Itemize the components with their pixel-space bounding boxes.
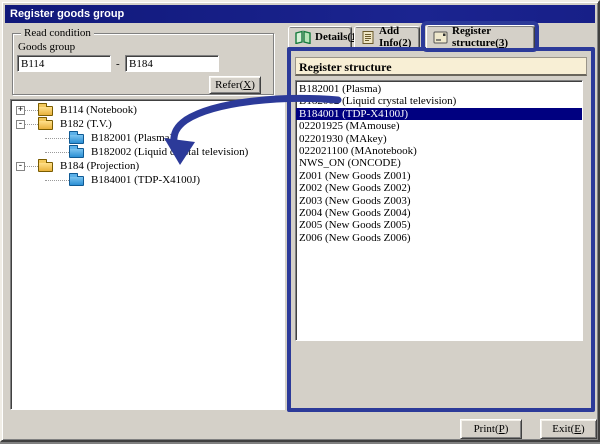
tree-item-label: B182002 (Liquid crystal television) <box>91 146 248 158</box>
tree-connector <box>45 152 69 153</box>
read-condition-label: Read condition <box>21 27 94 39</box>
list-item[interactable]: B182002 (Liquid crystal television) <box>296 95 582 107</box>
tree-item-label: B114 (Notebook) <box>60 104 137 116</box>
print-button[interactable]: Print(P) <box>460 419 522 439</box>
list-item[interactable]: Z001 (New Goods Z001) <box>296 170 582 182</box>
folder-open-icon <box>38 162 53 172</box>
range-separator: - <box>116 58 120 70</box>
refer-button[interactable]: Refer(X) <box>209 76 261 94</box>
tree-item-label: B182 (T.V.) <box>60 118 112 130</box>
read-condition-groupbox: Read condition Goods group - Refer(X) <box>12 33 274 95</box>
titlebar: Register goods group <box>5 5 595 23</box>
tree-item-label: B184001 (TDP-X4100J) <box>91 174 200 186</box>
tree-item-label: B184 (Projection) <box>60 160 139 172</box>
tab-add-info[interactable]: Add Info(2) <box>354 26 420 48</box>
list-item[interactable]: Z004 (New Goods Z004) <box>296 207 582 219</box>
expand-plus-icon[interactable]: + <box>16 106 25 115</box>
subfolder-icon <box>69 134 84 144</box>
list-item[interactable]: Z005 (New Goods Z005) <box>296 219 582 231</box>
window-title: Register goods group <box>10 8 124 20</box>
tree-item-b182[interactable]: - B182 (T.V.) <box>11 117 284 131</box>
panel-header-title: Register structure <box>299 60 392 74</box>
list-item[interactable]: B182001 (Plasma) <box>296 83 582 95</box>
list-item[interactable]: 02201930 (MAkey) <box>296 133 582 145</box>
panel-header: Register structure <box>295 57 587 76</box>
tab-details[interactable]: Details(1) <box>288 26 352 48</box>
tree-connector <box>45 138 69 139</box>
tree-connector <box>45 180 69 181</box>
register-structure-list[interactable]: B182001 (Plasma) B182002 (Liquid crystal… <box>295 80 583 341</box>
goods-group-from-input[interactable] <box>17 55 111 72</box>
tree-item-b182002[interactable]: B182002 (Liquid crystal television) <box>11 145 284 159</box>
tree-item-b182001[interactable]: B182001 (Plasma) <box>11 131 284 145</box>
list-item[interactable]: 02201925 (MAmouse) <box>296 120 582 132</box>
register-structure-panel: Register structure B182001 (Plasma) B182… <box>287 47 595 412</box>
exit-button[interactable]: Exit(E) <box>540 419 597 439</box>
tree-connector <box>25 166 38 167</box>
list-item[interactable]: Z003 (New Goods Z003) <box>296 195 582 207</box>
folder-open-icon <box>38 120 53 130</box>
tree-item-b114[interactable]: + B114 (Notebook) <box>11 103 284 117</box>
tree-connector <box>25 124 38 125</box>
tab-register-structure[interactable]: Register structure(3) <box>426 25 535 49</box>
subfolder-icon <box>69 148 84 158</box>
tab-label: Add Info(2) <box>379 25 413 49</box>
notepad-icon <box>361 30 375 44</box>
register-goods-group-window: Register goods group Read condition Good… <box>0 0 600 442</box>
list-item[interactable]: NWS_ON (ONCODE) <box>296 157 582 169</box>
subfolder-icon <box>69 176 84 186</box>
folder-closed-icon <box>38 106 53 116</box>
list-item[interactable]: Z002 (New Goods Z002) <box>296 182 582 194</box>
collapse-minus-icon[interactable]: - <box>16 120 25 129</box>
goods-group-to-input[interactable] <box>125 55 219 72</box>
register-window-icon <box>433 31 448 44</box>
book-icon <box>295 30 311 44</box>
tab-label: Register structure(3) <box>452 25 528 49</box>
goods-group-label: Goods group <box>18 41 75 53</box>
tree-item-b184001[interactable]: B184001 (TDP-X4100J) <box>11 173 284 187</box>
tree-item-label: B182001 (Plasma) <box>91 132 173 144</box>
list-item[interactable]: Z006 (New Goods Z006) <box>296 232 582 244</box>
tree-item-b184[interactable]: - B184 (Projection) <box>11 159 284 173</box>
list-item[interactable]: 022021100 (MAnotebook) <box>296 145 582 157</box>
tree-connector <box>25 110 38 111</box>
goods-group-tree: + B114 (Notebook) - B182 (T.V.) B182001 … <box>10 99 285 410</box>
collapse-minus-icon[interactable]: - <box>16 162 25 171</box>
list-item-selected[interactable]: B184001 (TDP-X4100J) <box>296 108 582 120</box>
